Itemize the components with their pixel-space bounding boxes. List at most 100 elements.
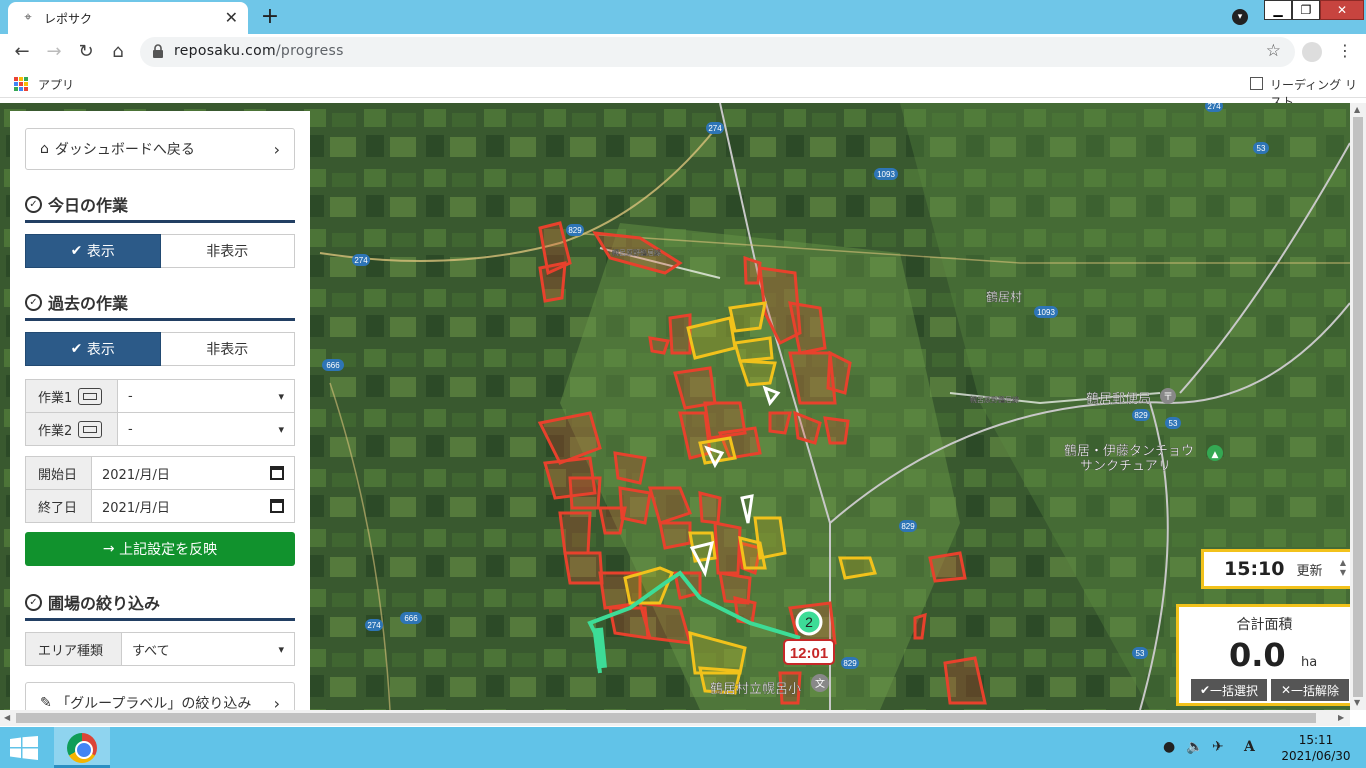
- address-bar[interactable]: reposaku.com/progress ☆: [140, 37, 1295, 67]
- windows-start-icon[interactable]: [10, 736, 38, 760]
- apps-grid-icon[interactable]: [14, 77, 28, 91]
- reading-list-icon[interactable]: [1250, 77, 1263, 90]
- area-type-dropdown[interactable]: すべて ▾: [122, 633, 294, 665]
- calendar-icon[interactable]: [270, 466, 284, 480]
- today-show-button[interactable]: ✔ 表示: [25, 234, 161, 268]
- today-work-toggle: ✔ 表示 非表示: [25, 234, 295, 268]
- browser-titlebar: ⌖ レポサク ✕ + ▾ ▁ ❐ ✕: [0, 0, 1366, 34]
- vertical-scroll-thumb[interactable]: [1353, 117, 1363, 697]
- end-date-input[interactable]: 2021/月/日: [92, 490, 294, 522]
- apply-settings-button[interactable]: → 上記設定を反映: [25, 532, 295, 566]
- update-label[interactable]: 更新: [1296, 560, 1322, 579]
- windows-taskbar: ● 🔈 ✈ A 15:11 2021/06/30: [0, 727, 1366, 768]
- svg-text:666: 666: [326, 361, 340, 370]
- bookmarks-bar: アプリ リーディング リスト: [0, 70, 1366, 109]
- time-update-panel: 15:10 更新 ▲ ▼: [1201, 549, 1350, 589]
- close-icon: ✕: [1280, 683, 1292, 697]
- back-to-dashboard-button[interactable]: ⌂ ダッシュボードへ戻る ›: [25, 128, 295, 170]
- back-to-dashboard-label: ダッシュボードへ戻る: [54, 142, 195, 158]
- route-shield: 1093: [1034, 306, 1058, 318]
- start-date-input[interactable]: 2021/月/日: [92, 457, 294, 489]
- network-icon[interactable]: ✈: [1212, 739, 1224, 755]
- lock-icon: [153, 44, 163, 58]
- school-icon[interactable]: 文: [811, 674, 829, 692]
- svg-text:274: 274: [354, 256, 368, 265]
- route-shield: 666: [322, 359, 344, 371]
- calendar-icon[interactable]: [270, 499, 284, 513]
- time-spinner[interactable]: ▲ ▼: [1340, 558, 1346, 578]
- total-area-value: 0.0: [1229, 636, 1286, 674]
- scroll-up-icon[interactable]: ▲: [1354, 105, 1360, 114]
- edit-icon: ✎: [40, 695, 57, 710]
- svg-text:▲: ▲: [1212, 450, 1219, 460]
- route-shield: 53: [1165, 417, 1181, 429]
- browser-toolbar: ← → ↻ ⌂ reposaku.com/progress ☆ ⋮: [0, 34, 1366, 70]
- home-icon[interactable]: ⌂: [106, 40, 130, 64]
- forward-arrow-icon[interactable]: →: [42, 40, 66, 64]
- vertical-scrollbar[interactable]: ▲ ▼: [1350, 103, 1366, 710]
- past-hide-button[interactable]: 非表示: [160, 332, 295, 366]
- ime-icon[interactable]: A: [1244, 739, 1255, 755]
- today-hide-button[interactable]: 非表示: [160, 234, 295, 268]
- close-tab-icon[interactable]: ✕: [225, 8, 238, 27]
- check-icon: ✔: [70, 243, 87, 259]
- back-arrow-icon[interactable]: ←: [10, 40, 34, 64]
- svg-text:2: 2: [805, 614, 813, 630]
- minimize-button[interactable]: ▁: [1264, 0, 1292, 20]
- work1-dropdown[interactable]: - ▾: [118, 380, 294, 412]
- end-date-label: 終了日: [26, 490, 92, 522]
- check-icon: ✔: [70, 341, 87, 357]
- arrow-right-icon: →: [102, 541, 120, 557]
- chevron-right-icon: ›: [273, 693, 280, 711]
- svg-text:1093: 1093: [877, 170, 895, 179]
- horizontal-scroll-thumb[interactable]: [16, 713, 1316, 723]
- work1-select: 作業1 - ▾: [25, 379, 295, 413]
- check-circle-icon: ✓: [25, 293, 42, 311]
- page-content: 274 274 274 274 1093 1093 829 829 829 82…: [0, 103, 1350, 710]
- work2-dropdown[interactable]: - ▾: [118, 413, 294, 445]
- map-label-school: 鶴居村立幌呂小: [710, 681, 801, 696]
- deselect-all-button[interactable]: ✕ 一括解除: [1271, 679, 1349, 701]
- post-office-icon[interactable]: 〒: [1160, 388, 1176, 404]
- park-icon[interactable]: ▲: [1207, 445, 1223, 461]
- map-label-road-2: 幌呂原野鶴居線: [970, 395, 1019, 404]
- scroll-right-icon[interactable]: ▶: [1338, 713, 1344, 722]
- security-icon[interactable]: ●: [1163, 739, 1175, 755]
- update-time: 15:10: [1224, 558, 1285, 580]
- field-filter-heading: ✓ 圃場の絞り込み: [25, 590, 295, 621]
- bookmark-star-icon[interactable]: ☆: [1266, 41, 1281, 61]
- route-shield: 829: [566, 224, 584, 236]
- scroll-down-icon[interactable]: ▼: [1354, 698, 1360, 707]
- scroll-left-icon[interactable]: ◀: [4, 713, 10, 722]
- past-show-button[interactable]: ✔ 表示: [25, 332, 161, 366]
- horizontal-scrollbar[interactable]: ◀ ▶: [0, 710, 1350, 726]
- route-shield: 274: [1205, 103, 1223, 112]
- browser-tab[interactable]: ⌖ レポサク ✕: [8, 2, 248, 34]
- chrome-taskbar-button[interactable]: [54, 727, 110, 768]
- tab-search-icon[interactable]: ▾: [1232, 9, 1248, 25]
- tab-title: レポサク: [44, 12, 93, 26]
- profile-avatar[interactable]: [1302, 42, 1322, 62]
- keyboard-icon: [78, 420, 103, 438]
- select-all-button[interactable]: ✔ 一括選択: [1191, 679, 1267, 701]
- svg-text:文: 文: [815, 677, 825, 690]
- route-shield: 829: [841, 657, 859, 669]
- group-label-filter-button[interactable]: ✎ 「グループラベル」の絞り込み ›: [25, 682, 295, 710]
- route-shield: 1093: [874, 168, 898, 180]
- svg-text:829: 829: [568, 226, 582, 235]
- restore-button[interactable]: ❐: [1292, 0, 1320, 20]
- chevron-right-icon: ›: [273, 139, 280, 159]
- system-clock[interactable]: 15:11 2021/06/30: [1280, 732, 1352, 764]
- total-area-title: 合計面積: [1236, 617, 1293, 633]
- menu-dots-icon[interactable]: ⋮: [1337, 41, 1353, 60]
- close-window-button[interactable]: ✕: [1320, 0, 1364, 20]
- area-type-label: エリア種類: [26, 633, 122, 665]
- route-shield: 274: [365, 619, 383, 631]
- reload-icon[interactable]: ↻: [74, 40, 98, 64]
- svg-text:12:01: 12:01: [790, 645, 828, 662]
- volume-icon[interactable]: 🔈: [1186, 739, 1203, 755]
- svg-text:829: 829: [901, 522, 915, 531]
- new-tab-button[interactable]: +: [258, 4, 282, 29]
- past-work-heading: ✓ 過去の作業: [25, 290, 295, 321]
- apps-bookmark[interactable]: アプリ: [38, 76, 74, 93]
